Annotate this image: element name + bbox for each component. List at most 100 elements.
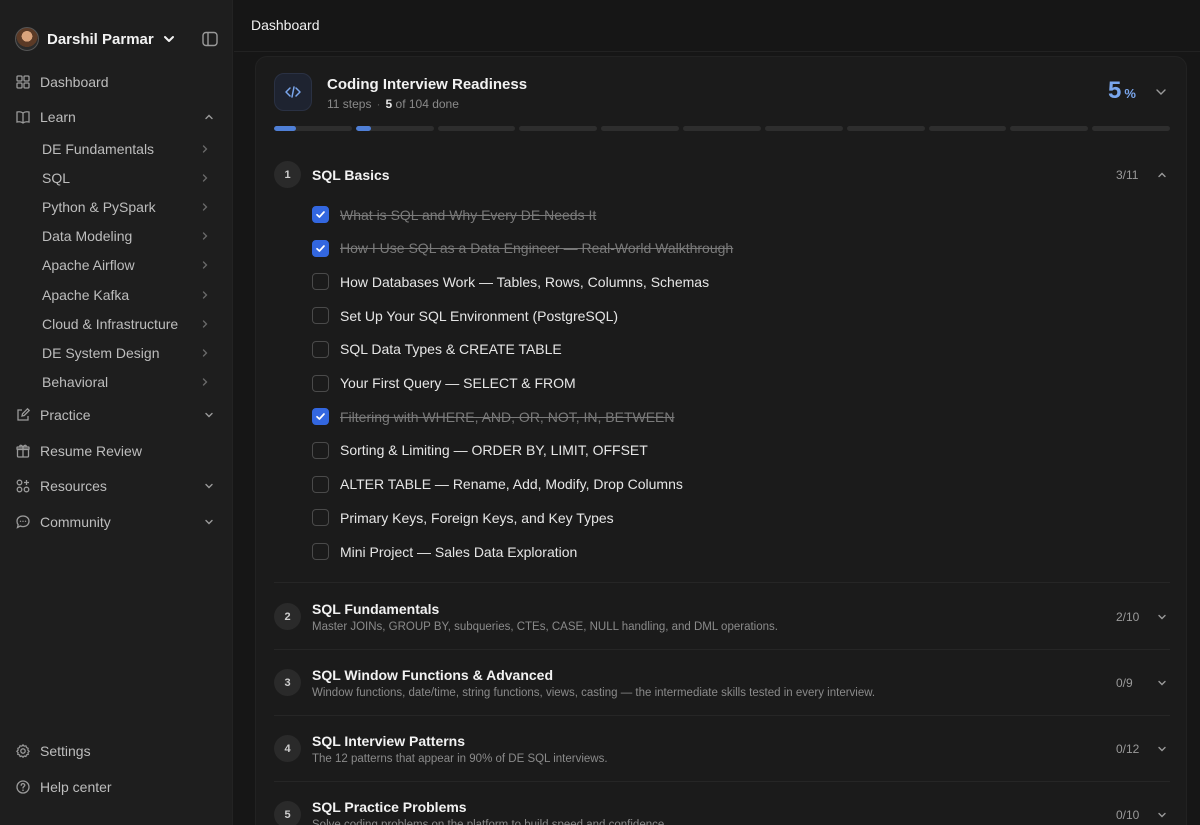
section-description: Solve coding problems on the platform to…: [312, 819, 668, 825]
section-header[interactable]: 3 SQL Window Functions & Advanced Window f…: [274, 664, 1170, 704]
chevron-down-icon[interactable]: [1156, 611, 1168, 623]
sidebar-subitem-apache-airflow[interactable]: Apache Airflow: [42, 257, 210, 273]
progress-segment: [764, 126, 843, 131]
progress-segment: [601, 126, 680, 131]
lesson-title: What is SQL and Why Every DE Needs It: [340, 206, 597, 223]
lesson-title: How Databases Work — Tables, Rows, Colum…: [340, 273, 710, 290]
sidebar-item-label: Resume Review: [40, 443, 142, 459]
sidebar-subitem-de-fundamentals[interactable]: DE Fundamentals: [42, 141, 210, 157]
section-header[interactable]: 2 SQL Fundamentals Master JOINs, GROUP BY,…: [274, 598, 1170, 638]
section-title: SQL Fundamentals: [312, 601, 440, 617]
sidebar-subitem-sql[interactable]: SQL: [42, 170, 210, 186]
sidebar-subitem-de-system-design[interactable]: DE System Design: [42, 345, 210, 361]
progress-segment: [928, 126, 1007, 131]
lesson-checkbox[interactable]: [312, 543, 329, 560]
sidebar-subitem-python-pyspark[interactable]: Python & PySpark: [42, 199, 210, 215]
progress-segment-fill: [274, 126, 296, 131]
chevron-right-icon: [202, 174, 208, 182]
section-number: 3: [274, 669, 301, 696]
course-percent: 5%: [1108, 77, 1136, 105]
sidebar-subitem-cloud-infrastructure[interactable]: Cloud & Infrastructure: [42, 316, 210, 332]
lesson-item[interactable]: SQL Data Types & CREATE TABLE: [312, 340, 562, 358]
lesson-item[interactable]: How Databases Work — Tables, Rows, Colum…: [312, 273, 710, 291]
user-name: Darshil Parmar: [47, 30, 154, 48]
gear-icon: [16, 744, 30, 758]
lesson-checkbox[interactable]: [312, 475, 329, 493]
lesson-checkbox[interactable]: [312, 307, 329, 325]
lesson-checkbox[interactable]: [312, 206, 329, 223]
course-steps: 11 steps: [327, 97, 372, 111]
sidebar-item-settings[interactable]: Settings: [15, 743, 215, 759]
topbar: Dashboard: [234, 0, 1200, 52]
chevron-down-icon: [205, 412, 213, 418]
percent-value: 5: [1108, 77, 1122, 104]
lesson-checkbox[interactable]: [312, 340, 329, 358]
sidebar-subitem-behavioral[interactable]: Behavioral: [42, 374, 210, 390]
grid-icon: [16, 75, 30, 89]
lesson-item[interactable]: Mini Project — Sales Data Exploration: [312, 543, 577, 560]
lesson-title: Sorting & Limiting — ORDER BY, LIMIT, OF…: [340, 442, 648, 459]
chevron-right-icon: [202, 232, 208, 240]
lesson-checkbox[interactable]: [312, 509, 329, 527]
book-icon: [16, 111, 30, 124]
lesson-item[interactable]: Primary Keys, Foreign Keys, and Key Type…: [312, 509, 614, 527]
lesson-checkbox[interactable]: [312, 441, 329, 459]
section-number: 4: [274, 735, 301, 762]
sidebar-item-resume-review[interactable]: Resume Review: [15, 443, 215, 459]
sidebar-item-label: Settings: [40, 743, 91, 759]
sidebar-item-label: Resources: [40, 478, 107, 494]
sidebar-item-resources[interactable]: Resources: [15, 478, 215, 494]
lesson-item[interactable]: What is SQL and Why Every DE Needs It: [312, 206, 596, 223]
chevron-down-icon[interactable]: [1156, 677, 1168, 689]
sidebar-item-label: Data Modeling: [42, 228, 133, 245]
chevron-right-icon: [202, 349, 208, 357]
sidebar-item-practice[interactable]: Practice: [15, 407, 215, 423]
sidebar-item-learn[interactable]: Learn: [15, 109, 215, 125]
user-menu[interactable]: Darshil Parmar: [15, 27, 176, 51]
chevron-up-icon[interactable]: [1156, 169, 1168, 181]
sidebar-subitem-data-modeling[interactable]: Data Modeling: [42, 228, 210, 244]
chevron-down-icon[interactable]: [1156, 809, 1168, 821]
section-title: SQL Basics: [312, 167, 390, 183]
lesson-checkbox[interactable]: [312, 374, 329, 392]
lesson-item[interactable]: Your First Query — SELECT & FROM: [312, 374, 576, 392]
course-done-suffix: of 104 done: [395, 97, 459, 111]
sidebar-item-help-center[interactable]: Help center: [15, 779, 215, 795]
sidebar-item-dashboard[interactable]: Dashboard: [15, 74, 215, 90]
course-card: Coding Interview Readiness 11 steps · 5 of…: [255, 56, 1187, 825]
progress-segment: [846, 126, 925, 131]
sidebar-item-community[interactable]: Community: [15, 514, 215, 530]
sidebar-item-label: DE Fundamentals: [42, 141, 155, 157]
lesson-checkbox[interactable]: [312, 408, 329, 426]
section-description: The 12 patterns that appear in 90% of DE…: [312, 753, 608, 765]
percent-symbol: %: [1124, 86, 1136, 101]
sidebar-subitem-apache-kafka[interactable]: Apache Kafka: [42, 287, 210, 303]
section-number: 2: [274, 603, 301, 630]
lesson-title: ALTER TABLE — Rename, Add, Modify, Drop …: [340, 476, 683, 493]
lesson-checkbox[interactable]: [312, 273, 329, 291]
lesson-item[interactable]: Sorting & Limiting — ORDER BY, LIMIT, OF…: [312, 441, 648, 459]
separator-dot: ·: [376, 97, 381, 111]
progress-segment-fill: [355, 126, 372, 131]
section-header[interactable]: 4 SQL Interview Patterns The 12 patterns t…: [274, 730, 1170, 770]
sidebar-toggle-icon[interactable]: [201, 30, 219, 48]
lesson-item[interactable]: Set Up Your SQL Environment (PostgreSQL): [312, 307, 618, 325]
lesson-item[interactable]: How I Use SQL as a Data Engineer — Real-…: [312, 239, 733, 257]
section-title: SQL Practice Problems: [312, 799, 467, 815]
section-count: 2/10: [1116, 610, 1140, 624]
section-count: 0/10: [1116, 808, 1140, 822]
lesson-item[interactable]: Filtering with WHERE, AND, OR, NOT, IN, …: [312, 408, 675, 426]
section-header[interactable]: 1 SQL Basics 3/11: [274, 161, 1170, 189]
section-header[interactable]: 5 SQL Practice Problems Solve coding probl…: [274, 796, 1170, 825]
sidebar-item-label: Help center: [40, 779, 112, 795]
chevron-down-icon[interactable]: [1154, 85, 1168, 99]
lesson-item[interactable]: ALTER TABLE — Rename, Add, Modify, Drop …: [312, 475, 683, 493]
lesson-title: Mini Project — Sales Data Exploration: [340, 543, 578, 560]
code-badge: [274, 73, 312, 111]
chevron-down-icon[interactable]: [1156, 743, 1168, 755]
lesson-checkbox[interactable]: [312, 239, 329, 257]
apps-icon: [16, 479, 30, 493]
sidebar-item-label: DE System Design: [42, 344, 160, 361]
chevron-down-icon: [205, 519, 213, 525]
help-icon: [16, 780, 30, 794]
